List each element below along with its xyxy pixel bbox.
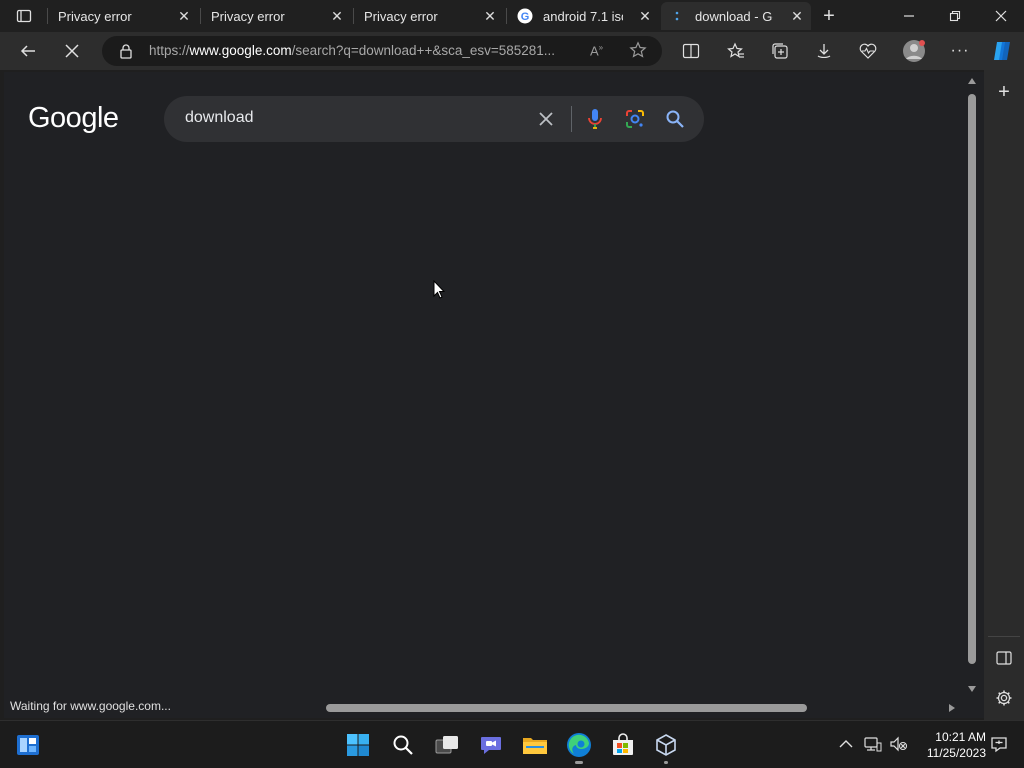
tab-close-icon[interactable]: ✕: [482, 8, 498, 24]
notification-icon[interactable]: [988, 733, 1010, 755]
mouse-cursor-icon: [433, 279, 446, 304]
tab-close-icon[interactable]: ✕: [637, 8, 653, 24]
tab-privacy-error-3[interactable]: Privacy error ✕: [356, 2, 504, 30]
google-logo[interactable]: Google: [28, 102, 119, 135]
start-windows-icon[interactable]: [343, 730, 373, 760]
active-app-indicator: [575, 761, 583, 764]
tab-label: download - Goo: [695, 8, 773, 24]
restore-icon[interactable]: [932, 0, 978, 32]
search-input[interactable]: download: [185, 109, 254, 127]
tab-strip: Privacy error ✕ Privacy error ✕ Privacy …: [0, 0, 1024, 32]
voice-search-icon[interactable]: [583, 107, 607, 131]
scrollbar-thumb[interactable]: [968, 94, 976, 664]
split-screen-icon[interactable]: [677, 37, 705, 65]
read-aloud-icon[interactable]: A»: [590, 43, 608, 59]
browser-essentials-icon[interactable]: [854, 37, 882, 65]
show-hidden-icons-chevron-icon[interactable]: [835, 733, 857, 755]
tab-close-icon[interactable]: ✕: [789, 8, 805, 24]
browser-toolbar: https://www.google.com/search?q=download…: [0, 32, 1024, 70]
virtualbox-icon[interactable]: [651, 730, 681, 764]
task-view-icon[interactable]: [432, 730, 462, 760]
lock-icon[interactable]: [118, 43, 134, 59]
edge-sidebar: +: [984, 70, 1024, 720]
new-tab-icon[interactable]: +: [817, 4, 841, 28]
page-content: Google download: [4, 72, 984, 718]
tab-label: android 7.1 iso -: [543, 8, 623, 24]
running-app-indicator: [664, 761, 668, 764]
add-sidebar-app-icon[interactable]: +: [990, 78, 1018, 106]
file-explorer-icon[interactable]: [520, 730, 550, 760]
favorites-icon[interactable]: [722, 37, 750, 65]
horizontal-scrollbar-thumb[interactable]: [326, 704, 807, 712]
google-favicon-icon: G: [517, 8, 533, 24]
tab-label: Privacy error: [211, 8, 285, 24]
svg-text:G: G: [521, 11, 530, 23]
copilot-icon[interactable]: [988, 37, 1016, 65]
google-lens-icon[interactable]: [623, 107, 647, 131]
clock-date: 11/25/2023: [926, 746, 986, 760]
volume-muted-icon[interactable]: [888, 733, 910, 755]
tab-close-icon[interactable]: ✕: [329, 8, 345, 24]
network-icon[interactable]: [862, 733, 884, 755]
hide-sidebar-icon[interactable]: [990, 644, 1018, 672]
widgets-icon[interactable]: [13, 730, 43, 760]
tab-android-iso[interactable]: G android 7.1 iso - ✕: [509, 2, 659, 30]
search-submit-icon[interactable]: [663, 107, 687, 131]
url-text: https://www.google.com/search?q=download…: [149, 43, 556, 58]
close-window-icon[interactable]: [978, 0, 1024, 32]
system-clock[interactable]: 10:21 AM 11/25/2023: [916, 729, 986, 761]
tab-privacy-error-2[interactable]: Privacy error ✕: [203, 2, 351, 30]
tab-privacy-error-1[interactable]: Privacy error ✕: [50, 2, 198, 30]
settings-gear-icon[interactable]: [990, 684, 1018, 712]
scroll-down-icon[interactable]: [968, 686, 976, 692]
tab-download-google[interactable]: download - Goo ✕: [661, 2, 811, 30]
scroll-right-icon[interactable]: [949, 704, 955, 712]
stop-loading-icon[interactable]: [58, 37, 86, 65]
downloads-icon[interactable]: [810, 37, 838, 65]
search-icon[interactable]: [388, 730, 418, 760]
collections-icon[interactable]: [766, 37, 794, 65]
favorite-star-icon[interactable]: [629, 41, 647, 59]
tab-close-icon[interactable]: ✕: [176, 8, 192, 24]
teams-chat-icon[interactable]: [476, 730, 506, 760]
scroll-up-icon[interactable]: [968, 78, 976, 84]
profile-avatar[interactable]: [900, 37, 928, 65]
vertical-scrollbar[interactable]: [964, 72, 980, 700]
tab-label: Privacy error: [58, 8, 132, 24]
back-icon[interactable]: [14, 37, 42, 65]
loading-icon: [671, 8, 683, 24]
more-options-icon[interactable]: ···: [946, 37, 974, 65]
search-box[interactable]: download: [164, 96, 704, 142]
tab-label: Privacy error: [364, 8, 438, 24]
tab-actions-icon[interactable]: [8, 4, 40, 28]
microsoft-store-icon[interactable]: [608, 730, 638, 760]
status-bar: Waiting for www.google.com...: [4, 696, 177, 718]
taskbar: 10:21 AM 11/25/2023: [0, 720, 1024, 768]
edge-browser-icon[interactable]: [564, 730, 594, 764]
clear-search-icon[interactable]: [534, 107, 558, 131]
clock-time: 10:21 AM: [935, 730, 986, 744]
address-bar[interactable]: https://www.google.com/search?q=download…: [102, 36, 662, 66]
search-divider: [571, 106, 572, 132]
minimize-icon[interactable]: [886, 0, 932, 32]
